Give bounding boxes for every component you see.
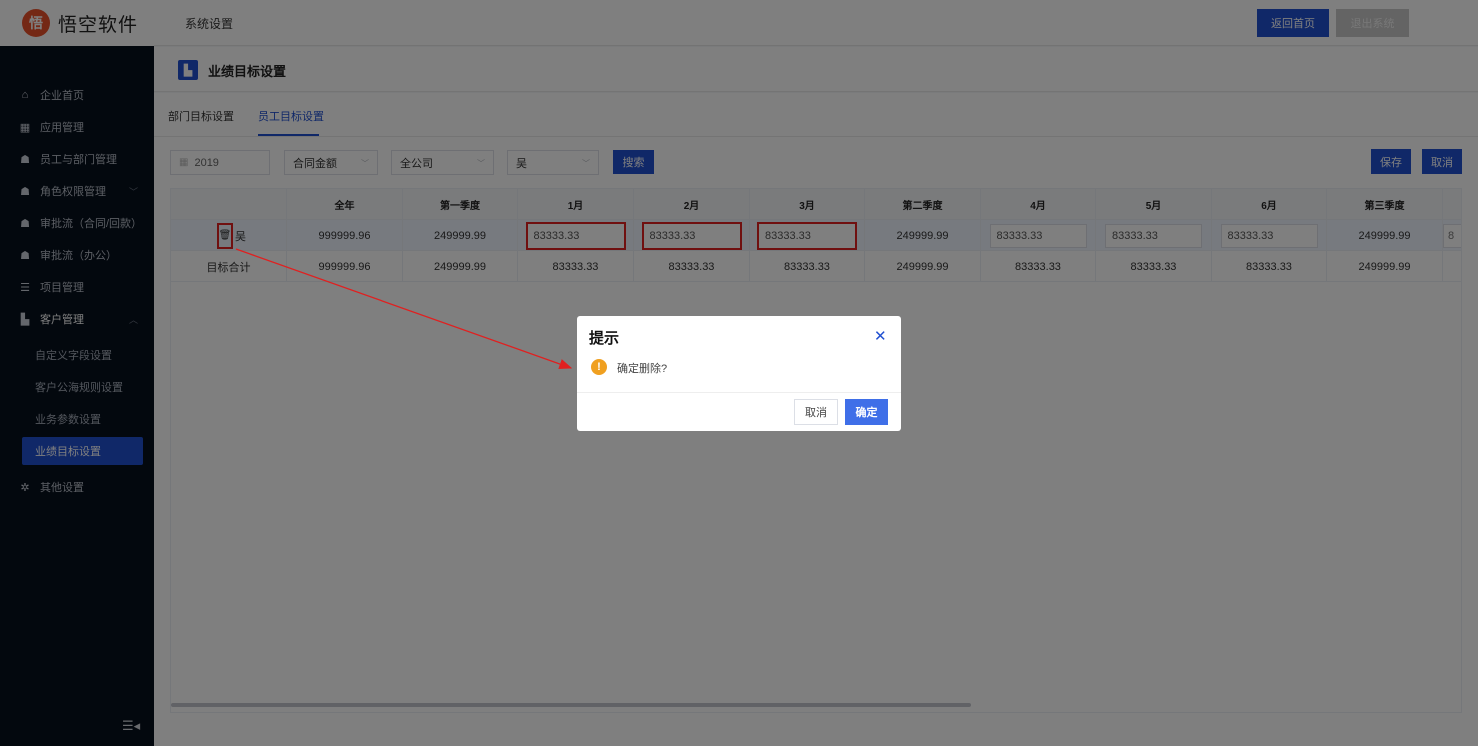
confirm-dialog: 提示 ✕ ! 确定删除? 取消 确定 [577, 316, 901, 431]
dialog-cancel-button[interactable]: 取消 [794, 399, 838, 425]
dialog-title: 提示 [589, 330, 620, 347]
dialog-footer: 取消 确定 [577, 392, 901, 431]
warning-icon: ! [591, 359, 607, 375]
dialog-message: 确定删除? [617, 363, 668, 375]
close-icon[interactable]: ✕ [874, 327, 887, 345]
dialog-confirm-button[interactable]: 确定 [845, 399, 888, 425]
